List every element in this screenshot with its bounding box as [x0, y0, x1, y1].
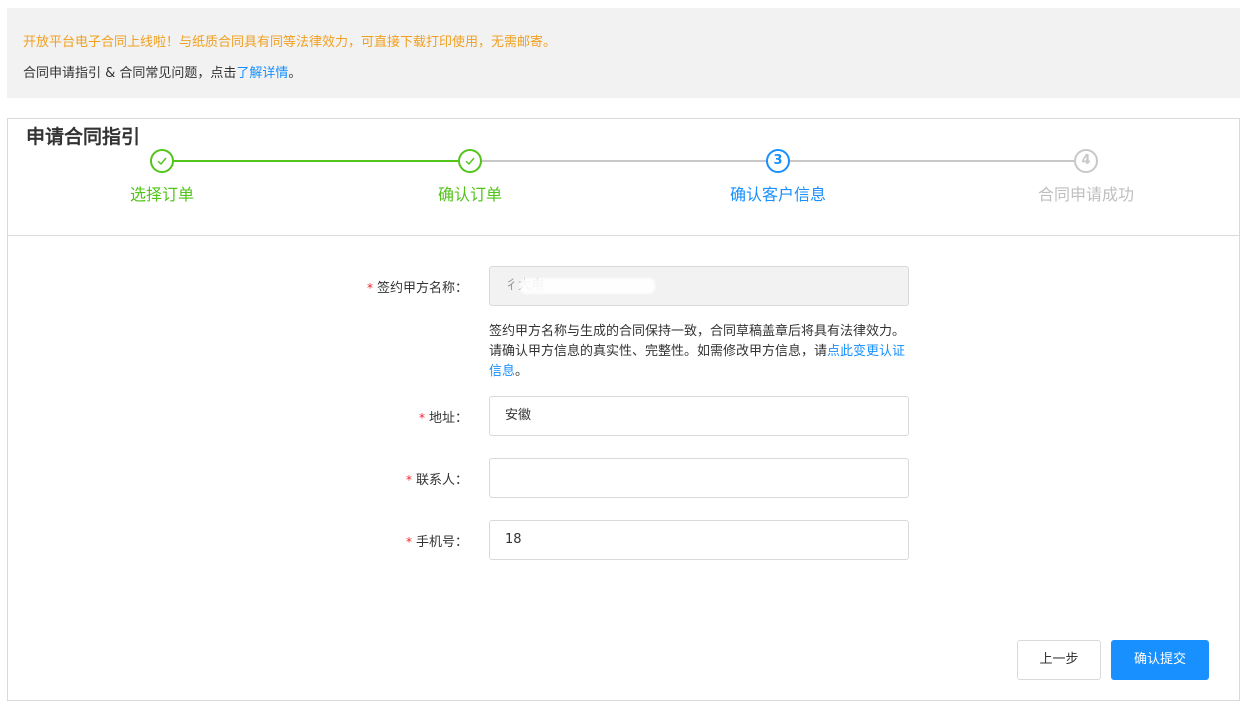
step-progress: 3 4 选择订单 确认订单 确认客户信息 合同申请成功: [8, 119, 1239, 235]
phone-value: 18: [505, 532, 522, 547]
address-value: 安徽: [505, 408, 532, 423]
step-connector-3: [789, 160, 1074, 162]
party-a-hint: 签约甲方名称与生成的合同保持一致，合同草稿盖章后将具有法律效力。请确认甲方信息的…: [489, 322, 914, 382]
notice-guide-suffix: 。: [288, 66, 302, 81]
contract-card: 申请合同指引 3 4 选择订单 确认订单 确认客户信息 合同申请成功 * 签约甲方…: [7, 118, 1240, 701]
party-a-label: * 签约甲方名称：: [367, 277, 468, 296]
contact-label: * 联系人：: [406, 469, 468, 488]
address-input[interactable]: 安徽: [489, 396, 909, 436]
phone-input[interactable]: 18: [489, 520, 909, 560]
step-3-label: 确认客户信息: [729, 185, 827, 204]
required-mark: *: [405, 473, 412, 487]
confirm-submit-button[interactable]: 确认提交: [1111, 640, 1209, 680]
step-4-label: 合同申请成功: [1037, 185, 1135, 204]
party-a-name-field: 彳大甪: [489, 266, 909, 306]
step-3-number: 3: [766, 149, 790, 173]
address-label-text: 地址：: [428, 411, 468, 426]
contact-input[interactable]: [489, 458, 909, 498]
step-2-check-icon: [458, 149, 482, 173]
previous-step-button[interactable]: 上一步: [1017, 640, 1101, 680]
step-2-label: 确认订单: [437, 185, 503, 204]
step-1-check-icon: [150, 149, 174, 173]
step-4-number: 4: [1074, 149, 1098, 173]
party-a-hint-suffix: 。: [515, 364, 529, 379]
header-divider: [8, 235, 1239, 236]
address-label: * 地址：: [419, 407, 468, 426]
notice-guide: 合同申请指引 & 合同常见问题，点击了解详情。: [23, 62, 301, 81]
step-1-label: 选择订单: [129, 185, 195, 204]
required-mark: *: [405, 535, 412, 549]
learn-more-link[interactable]: 了解详情: [236, 66, 288, 81]
phone-label-text: 手机号：: [415, 535, 468, 550]
phone-label: * 手机号：: [406, 531, 468, 550]
contact-label-text: 联系人：: [415, 473, 468, 488]
step-connector-1: [173, 160, 458, 162]
notice-banner: 开放平台电子合同上线啦！与纸质合同具有同等法律效力，可直接下载打印使用，无需邮寄…: [7, 8, 1240, 98]
notice-guide-text: 合同申请指引 & 合同常见问题，点击: [23, 66, 237, 81]
redacted-mask: [520, 278, 655, 294]
step-connector-2: [481, 160, 766, 162]
party-a-label-text: 签约甲方名称：: [376, 281, 468, 296]
notice-announcement: 开放平台电子合同上线啦！与纸质合同具有同等法律效力，可直接下载打印使用，无需邮寄…: [23, 35, 557, 50]
required-mark: *: [418, 411, 425, 425]
required-mark: *: [366, 281, 373, 295]
